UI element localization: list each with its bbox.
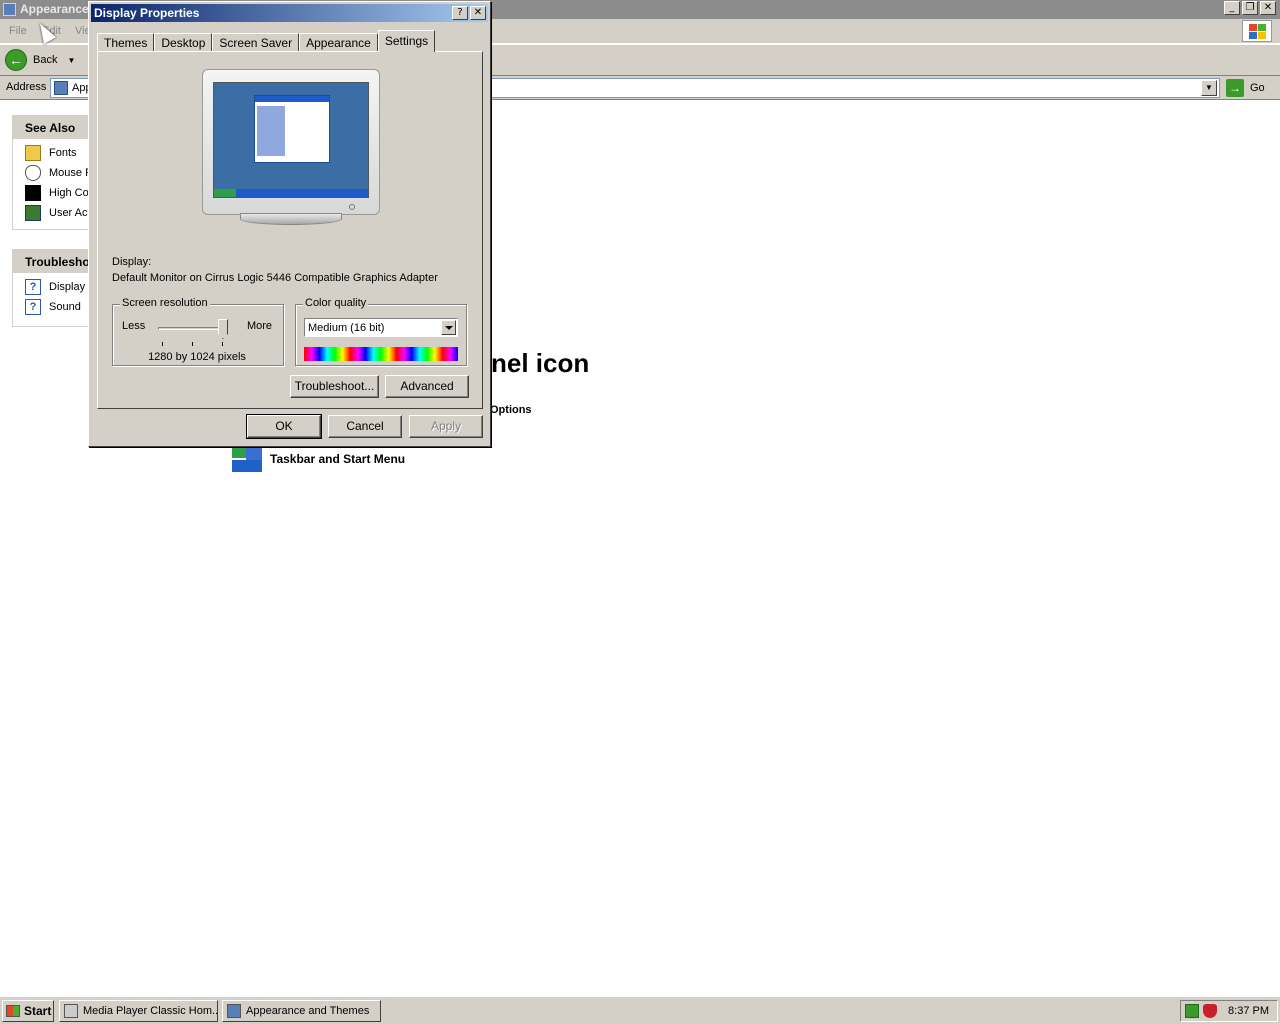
user-accounts-icon	[25, 205, 41, 221]
back-label: Back	[33, 54, 58, 66]
display-device-value: Default Monitor on Cirrus Logic 5446 Com…	[112, 272, 438, 284]
monitor-preview-icon	[202, 69, 380, 231]
see-also-label: High Cor	[49, 187, 93, 199]
restore-button[interactable]: ❐	[1242, 1, 1258, 15]
tab-screen-saver[interactable]: Screen Saver	[212, 33, 300, 52]
help-icon: ?	[25, 279, 41, 295]
go-label: Go	[1250, 82, 1265, 94]
resolution-value: 1280 by 1024 pixels	[148, 351, 246, 363]
dialog-tabs: Themes Desktop Screen Saver Appearance S…	[97, 30, 436, 52]
slider-tick	[222, 342, 223, 346]
ok-button[interactable]: OK	[246, 414, 322, 439]
taskbar-start-menu-link[interactable]: Taskbar and Start Menu	[232, 446, 405, 472]
see-also-label: Mouse P	[49, 167, 93, 179]
menu-file[interactable]: File	[9, 25, 27, 37]
go-arrow-icon: →	[1226, 79, 1244, 97]
tab-settings[interactable]: Settings	[377, 30, 436, 52]
color-quality-value: Medium (16 bit)	[308, 322, 385, 334]
dialog-close-button[interactable]: ✕	[470, 6, 486, 20]
chevron-down-icon[interactable]: ▼	[67, 56, 75, 65]
control-panel-icon	[3, 3, 16, 16]
taskbar: Start Media Player Classic Hom... Appear…	[0, 996, 1280, 1024]
control-panel-icon	[54, 81, 68, 95]
back-button[interactable]: ← Back ▼	[5, 49, 75, 71]
help-button[interactable]: ?	[452, 6, 468, 20]
high-contrast-icon	[25, 185, 41, 201]
page-heading-fragment: nel icon	[491, 348, 590, 378]
color-quality-group: Color quality Medium (16 bit)	[295, 297, 467, 366]
address-dropdown-button[interactable]: ▼	[1201, 80, 1217, 96]
fonts-folder-icon	[25, 145, 41, 161]
start-button[interactable]: Start	[2, 1000, 54, 1022]
dialog-title: Display Properties	[94, 6, 200, 20]
slider-less-label: Less	[122, 320, 146, 332]
see-also-label: User Acc	[49, 207, 94, 219]
display-label: Display:	[112, 256, 152, 268]
slider-tick	[162, 342, 163, 346]
address-label: Address	[6, 81, 47, 93]
system-tray: 8:37 PM	[1180, 1000, 1278, 1022]
go-button[interactable]: → Go	[1226, 79, 1265, 97]
resolution-slider-track[interactable]	[158, 327, 228, 330]
apply-button[interactable]: Apply	[409, 415, 483, 438]
options-link-fragment[interactable]: Options	[490, 404, 532, 416]
clock: 8:37 PM	[1228, 1005, 1269, 1017]
color-spectrum-bar	[304, 347, 458, 361]
see-also-label: Fonts	[49, 147, 77, 159]
taskbar-item-appearance-themes[interactable]: Appearance and Themes	[222, 1000, 381, 1022]
slider-more-label: More	[246, 320, 272, 332]
tab-appearance[interactable]: Appearance	[299, 33, 378, 52]
taskbar-item-media-player[interactable]: Media Player Classic Hom...	[59, 1000, 218, 1022]
desktop-preview	[213, 82, 369, 198]
slider-tick	[192, 342, 193, 346]
chevron-down-icon[interactable]	[441, 320, 456, 335]
tab-themes[interactable]: Themes	[97, 33, 155, 52]
help-icon: ?	[25, 299, 41, 315]
back-arrow-icon: ←	[5, 49, 27, 71]
tab-desktop[interactable]: Desktop	[154, 33, 213, 52]
troubleshooter-label: Sound	[49, 301, 81, 313]
minimize-button[interactable]: _	[1224, 1, 1240, 15]
mouse-icon	[25, 165, 41, 181]
close-button[interactable]: ✕	[1260, 1, 1276, 15]
dialog-titlebar[interactable]: Display Properties ? ✕	[91, 4, 488, 22]
display-properties-dialog: Display Properties ? ✕ Themes Desktop Sc…	[88, 1, 491, 447]
color-quality-title: Color quality	[303, 297, 369, 309]
windows-flag-icon	[6, 1005, 20, 1017]
screen-resolution-title: Screen resolution	[120, 297, 210, 309]
control-panel-icon	[227, 1004, 241, 1018]
taskbar-item-label: Media Player Classic Hom...	[83, 1005, 218, 1017]
taskbar-item-label: Appearance and Themes	[246, 1005, 370, 1017]
media-player-icon	[64, 1004, 78, 1018]
color-quality-select[interactable]: Medium (16 bit)	[304, 318, 458, 337]
explorer-title: Appearance	[20, 2, 89, 16]
network-icon[interactable]	[1185, 1004, 1199, 1018]
resolution-slider-thumb[interactable]	[218, 319, 228, 339]
taskbar-start-menu-icon	[232, 446, 262, 472]
advanced-button[interactable]: Advanced	[385, 375, 469, 398]
taskbar-start-menu-label: Taskbar and Start Menu	[270, 452, 406, 466]
screen-resolution-group: Screen resolution Less More 1280 by 1024…	[112, 297, 284, 366]
cancel-button[interactable]: Cancel	[328, 415, 402, 438]
start-label: Start	[24, 1004, 52, 1018]
troubleshoot-button[interactable]: Troubleshoot...	[290, 375, 379, 398]
windows-logo-icon	[1242, 20, 1272, 42]
security-shield-icon[interactable]	[1203, 1004, 1217, 1018]
troubleshooter-label: Display	[49, 281, 86, 293]
